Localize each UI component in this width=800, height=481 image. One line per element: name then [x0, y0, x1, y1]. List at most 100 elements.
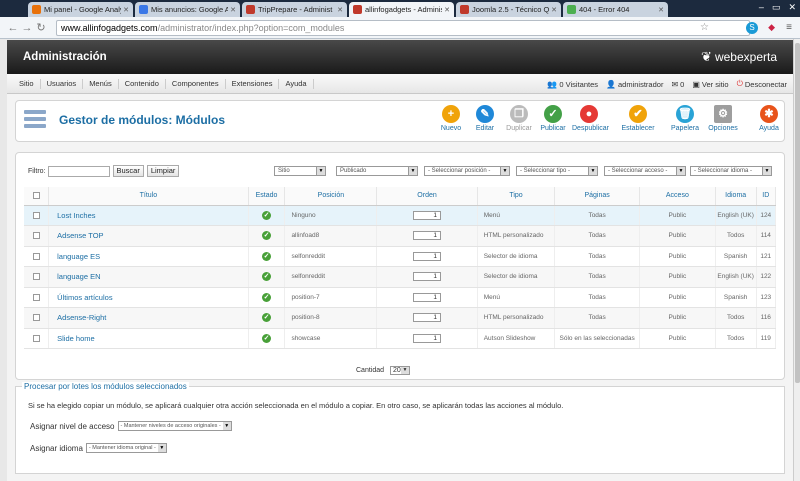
limit-select[interactable]: 20 ▼	[390, 366, 411, 375]
status-toggle[interactable]: ✓	[248, 205, 286, 226]
search-input[interactable]	[47, 165, 110, 177]
column-header[interactable]: ID	[756, 187, 777, 206]
order-input[interactable]: 1	[413, 231, 442, 241]
toolbar-button[interactable]: ● Despublicar	[572, 105, 609, 132]
mail-status[interactable]: ✉ 0	[671, 80, 684, 89]
row-checkbox[interactable]	[24, 246, 50, 267]
close-tab-icon[interactable]: ✕	[444, 6, 450, 14]
status-toggle[interactable]: ✓	[248, 266, 286, 288]
toolbar-button[interactable]: ✎ Editar	[468, 105, 502, 132]
close-tab-icon[interactable]: ✕	[337, 6, 343, 14]
filter-select[interactable]: Publicado ▼	[336, 166, 418, 176]
menu-item[interactable]: Usuarios	[41, 78, 84, 89]
menu-item[interactable]: Menús	[83, 78, 119, 89]
browser-tab[interactable]: allinfogadgets - Adminis ✕	[349, 2, 454, 17]
language-cell: Todos	[715, 328, 757, 349]
toolbar-button[interactable]: 🗑 Papelera	[668, 105, 702, 132]
toolbar-button[interactable]: ❐ Duplicar	[502, 105, 536, 132]
filter-select[interactable]: - Seleccionar acceso - ▼	[604, 166, 686, 176]
filter-select[interactable]: - Seleccionar posición - ▼	[424, 166, 510, 176]
skype-icon[interactable]: S	[746, 21, 758, 34]
row-checkbox[interactable]	[24, 328, 50, 349]
language-select[interactable]: - Mantener idioma original - ▼	[85, 443, 167, 453]
menu-item[interactable]: Contenido	[119, 78, 166, 89]
menu-item[interactable]: Componentes	[166, 78, 226, 89]
module-title-link[interactable]: Adsense-Right	[48, 307, 249, 329]
id-cell: 123	[756, 287, 777, 308]
filter-select[interactable]: - Seleccionar idioma - ▼	[690, 166, 772, 176]
order-input[interactable]: 1	[413, 313, 442, 323]
status-toggle[interactable]: ✓	[248, 225, 286, 247]
module-title-link[interactable]: language ES	[48, 246, 249, 267]
row-checkbox[interactable]	[24, 307, 50, 329]
module-title-link[interactable]: Lost Inches	[48, 205, 249, 226]
browser-tab[interactable]: Mis anuncios: Google Ad ✕	[135, 2, 240, 17]
filter-bar: Filtro: Buscar Limpiar	[28, 165, 180, 177]
browser-tab[interactable]: 404 - Error 404 ✕	[563, 2, 668, 17]
toolbar-button[interactable]: ⚙ Opciones	[706, 105, 740, 132]
url-input[interactable]: www.allinfogadgets.com/administrator/ind…	[56, 19, 750, 36]
module-title-link[interactable]: Últimos artículos	[48, 287, 249, 308]
logout-link[interactable]: ⏻ Desconectar	[737, 79, 787, 89]
status-toggle[interactable]: ✓	[248, 328, 286, 349]
column-header[interactable]: Tipo	[477, 187, 556, 206]
column-header[interactable]: Idioma	[715, 187, 757, 206]
toolbar-button[interactable]: + Nuevo	[434, 105, 468, 132]
scrollbar-thumb[interactable]	[795, 43, 800, 383]
module-title-link[interactable]: language EN	[48, 266, 249, 288]
view-site-link[interactable]: ▣ Ver sitio	[692, 80, 728, 89]
browser-tab[interactable]: Mi panel - Google Analyt ✕	[28, 2, 133, 17]
column-header[interactable]: Acceso	[639, 187, 716, 206]
close-tab-icon[interactable]: ✕	[551, 6, 557, 14]
row-checkbox[interactable]	[24, 225, 50, 247]
module-title-link[interactable]: Slide home	[48, 328, 249, 349]
browser-tab[interactable]: Joomla 2.5 - Técnico Qdo✕	[456, 2, 561, 17]
modules-icon	[24, 110, 46, 132]
order-input[interactable]: 1	[413, 251, 442, 261]
maximize-icon[interactable]: ▭	[772, 2, 781, 13]
page-scrollbar[interactable]	[793, 39, 800, 481]
column-header[interactable]: Páginas	[554, 187, 640, 206]
order-input[interactable]: 1	[413, 272, 442, 282]
modules-list: Filtro: Buscar Limpiar Sitio ▼ Publicado ▼ -…	[15, 152, 785, 380]
select-all-checkbox[interactable]	[24, 187, 50, 206]
filter-select[interactable]: - Seleccionar tipo - ▼	[516, 166, 598, 176]
status-toggle[interactable]: ✓	[248, 246, 286, 267]
menu-item[interactable]: Extensiones	[226, 78, 280, 89]
row-checkbox[interactable]	[24, 205, 50, 226]
close-tab-icon[interactable]: ✕	[658, 6, 664, 14]
close-tab-icon[interactable]: ✕	[123, 6, 129, 14]
column-header[interactable]: Estado	[248, 187, 286, 206]
browser-tab[interactable]: TripPrepare - Administ ✕	[242, 2, 347, 17]
clear-button[interactable]: Limpiar	[146, 165, 180, 177]
module-title-link[interactable]: Adsense TOP	[48, 225, 249, 247]
order-input[interactable]: 1	[413, 210, 442, 220]
access-level-select[interactable]: - Mantener niveles de acceso originales …	[117, 421, 232, 431]
status-toggle[interactable]: ✓	[248, 287, 286, 308]
menu-item[interactable]: Ayuda	[279, 78, 314, 89]
column-header[interactable]: Orden	[376, 187, 478, 206]
order-input[interactable]: 1	[413, 333, 442, 343]
column-header[interactable]: Título	[48, 187, 249, 206]
extension-icon[interactable]: ◆	[768, 22, 775, 33]
status-toggle[interactable]: ✓	[248, 307, 286, 329]
position-cell: allinfoad8	[284, 225, 378, 247]
column-header[interactable]: Posición	[284, 187, 378, 206]
row-checkbox[interactable]	[24, 266, 50, 288]
toolbar-button[interactable]: ✔ Establecer	[621, 105, 655, 132]
forward-icon[interactable]: →	[20, 22, 34, 34]
filter-select[interactable]: Sitio ▼	[274, 166, 326, 176]
toolbar-button[interactable]: ✓ Publicar	[536, 105, 570, 132]
order-input[interactable]: 1	[413, 292, 442, 302]
search-button[interactable]: Buscar	[112, 165, 144, 177]
toolbar-button[interactable]: ✱ Ayuda	[752, 105, 786, 132]
menu-item[interactable]: Sitio	[13, 78, 41, 89]
back-icon[interactable]: ←	[6, 22, 20, 34]
bookmark-star-icon[interactable]: ☆	[700, 22, 709, 33]
reload-icon[interactable]: ↻	[34, 21, 48, 34]
row-checkbox[interactable]	[24, 287, 50, 308]
close-icon[interactable]: ✕	[788, 2, 796, 13]
menu-icon[interactable]: ≡	[786, 22, 792, 33]
minimize-icon[interactable]: –	[759, 2, 764, 13]
close-tab-icon[interactable]: ✕	[230, 6, 236, 14]
